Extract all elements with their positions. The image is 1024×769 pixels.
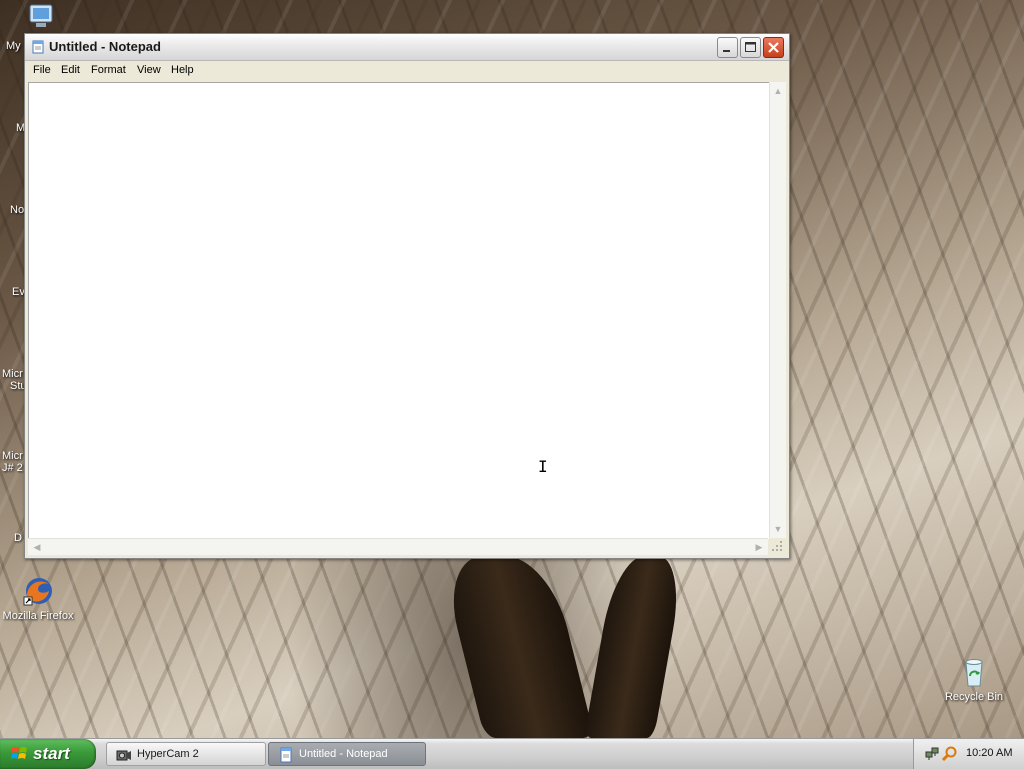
desktop-icon-label[interactable]: My	[6, 40, 21, 52]
start-label: start	[33, 744, 70, 763]
menu-view[interactable]: View	[137, 64, 161, 76]
wallpaper-shape	[439, 556, 595, 738]
taskbar-item-label: Untitled - Notepad	[299, 748, 388, 760]
wallpaper-shape	[583, 556, 687, 738]
desktop-icon-label[interactable]: Ev	[12, 286, 25, 298]
system-tray: 10:20 AM	[913, 739, 1024, 769]
computer-icon	[24, 2, 56, 34]
recycle-bin-shortcut[interactable]: Recycle Bin	[936, 656, 1012, 704]
window-title: Untitled - Notepad	[49, 39, 161, 54]
taskbar: start HyperCam 2 Untitled - Notepad 10:2…	[0, 738, 1024, 769]
recycle-bin-icon	[958, 656, 990, 688]
maximize-icon	[745, 42, 756, 52]
menu-help[interactable]: Help	[171, 64, 194, 76]
desktop-icon-label[interactable]: D	[14, 532, 22, 544]
search-icon[interactable]	[941, 746, 958, 762]
minimize-button[interactable]	[717, 37, 738, 58]
firefox-shortcut[interactable]: Mozilla Firefox	[0, 575, 76, 623]
network-icon[interactable]	[924, 746, 940, 762]
notepad-icon	[31, 40, 45, 54]
minimize-icon	[723, 50, 730, 52]
desktop-icon-label[interactable]: No	[10, 204, 24, 216]
close-button[interactable]	[763, 37, 784, 58]
scroll-left-icon[interactable]: ◀	[30, 540, 44, 554]
hypercam-icon	[116, 747, 132, 763]
taskbar-item-label: HyperCam 2	[137, 748, 199, 760]
start-button[interactable]: start	[0, 739, 96, 769]
recycle-bin-label: Recycle Bin	[944, 691, 1004, 703]
menu-file[interactable]: File	[33, 64, 51, 76]
menu-bar: File Edit Format View Help	[25, 61, 789, 81]
maximize-button[interactable]	[740, 37, 761, 58]
resize-grip-icon[interactable]	[769, 538, 785, 554]
scroll-down-icon[interactable]: ▼	[771, 522, 785, 536]
taskbar-item-hypercam[interactable]: HyperCam 2	[106, 742, 266, 766]
vertical-scrollbar[interactable]: ▲ ▼	[769, 82, 786, 538]
menu-format[interactable]: Format	[91, 64, 126, 76]
clock[interactable]: 10:20 AM	[966, 747, 1012, 759]
desktop-icon-label[interactable]: Micr	[2, 450, 23, 462]
windows-flag-icon	[11, 746, 28, 762]
notepad-window: Untitled - Notepad File Edit Format View…	[24, 33, 790, 559]
firefox-icon	[22, 575, 54, 607]
close-icon	[768, 42, 779, 53]
title-bar[interactable]: Untitled - Notepad	[25, 34, 789, 61]
taskbar-item-notepad[interactable]: Untitled - Notepad	[268, 742, 426, 766]
scroll-up-icon[interactable]: ▲	[771, 84, 785, 98]
notepad-icon	[278, 747, 294, 763]
scroll-right-icon[interactable]: ▶	[752, 540, 766, 554]
firefox-label: Mozilla Firefox	[2, 610, 74, 622]
desktop-icon-label[interactable]: J# 2	[2, 462, 23, 474]
my-computer-shortcut[interactable]	[2, 2, 78, 37]
menu-edit[interactable]: Edit	[61, 64, 80, 76]
text-cursor-icon: I	[538, 457, 548, 476]
text-area[interactable]	[28, 82, 769, 539]
desktop-icon-label[interactable]: Micr	[2, 368, 23, 380]
horizontal-scrollbar[interactable]: ◀ ▶	[28, 538, 768, 555]
